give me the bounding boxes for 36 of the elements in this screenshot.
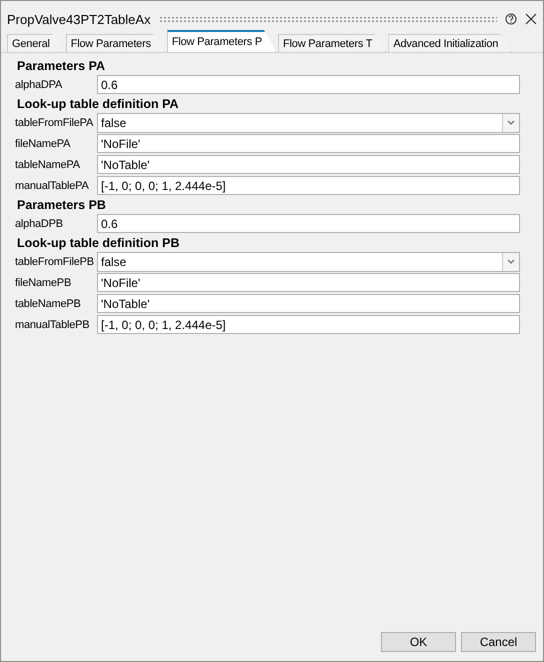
input-field[interactable]: [-1, 0; 0, 0; 1, 2.444e-5]	[97, 315, 520, 334]
input-field[interactable]: 'NoTable'	[97, 294, 520, 313]
field-label: manualTablePA	[15, 180, 90, 192]
input-field[interactable]: 0.6	[97, 75, 520, 94]
section-heading: Parameters PA	[16, 58, 106, 74]
window-title: PropValve43PT2TableAx	[7, 12, 151, 26]
field-label: alphaDPB	[15, 218, 64, 230]
input-field[interactable]: 0.6	[97, 214, 520, 233]
input-field[interactable]: 'NoFile'	[97, 273, 520, 292]
field-label: alphaDPA	[15, 78, 64, 90]
tab[interactable]: General	[7, 34, 64, 52]
field-label: fileNamePA	[15, 138, 72, 150]
section-heading: Look-up table definition PB	[16, 234, 180, 251]
cancel-button[interactable]: Cancel	[461, 632, 536, 652]
input-field[interactable]: 'NoFile'	[97, 134, 520, 153]
ok-button[interactable]: OK	[381, 632, 456, 652]
chevron-down-icon	[507, 120, 515, 125]
section-heading: Parameters PB	[16, 196, 107, 213]
input-field[interactable]: [-1, 0; 0, 0; 1, 2.444e-5]	[97, 176, 520, 195]
field-label: tableNamePA	[15, 158, 81, 170]
tab[interactable]: Flow Parameters P	[166, 30, 276, 52]
field-label: tableNamePB	[15, 298, 82, 310]
field-label: tableFromFilePB	[15, 256, 95, 268]
field-label: tableFromFilePA	[15, 116, 94, 128]
tab[interactable]: Flow Parameters	[66, 34, 165, 52]
field-label: fileNamePB	[15, 276, 72, 288]
input-field[interactable]: 'NoTable'	[97, 155, 520, 174]
dropdown-field[interactable]: false	[97, 252, 520, 272]
dropdown-field[interactable]: false	[97, 112, 520, 132]
chevron-down-icon	[507, 259, 515, 264]
tab[interactable]: Flow Parameters T	[278, 34, 386, 52]
field-label: manualTablePB	[15, 318, 90, 330]
section-heading: Look-up table definition PA	[16, 96, 180, 112]
tab[interactable]: Advanced Initialization	[388, 34, 512, 52]
close-icon[interactable]	[525, 13, 537, 25]
help-icon[interactable]	[505, 13, 517, 25]
